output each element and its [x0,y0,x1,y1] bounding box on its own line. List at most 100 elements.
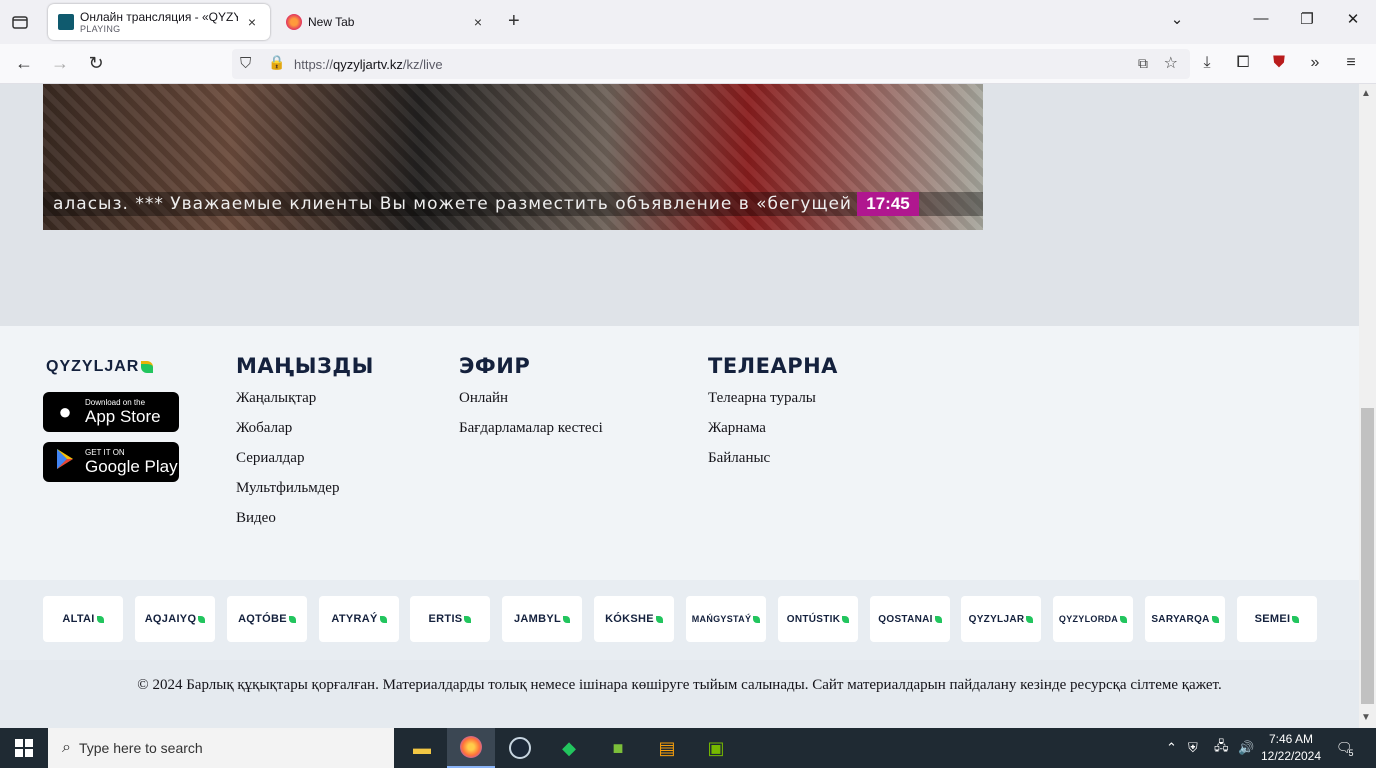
region-semei[interactable]: SEMEI [1237,596,1317,642]
footer-link-projects[interactable]: Жобалар [236,418,374,448]
region-jambyl[interactable]: JAMBYL [502,596,582,642]
footer-link-schedule[interactable]: Бағдарламалар кестесі [459,418,603,448]
list-all-tabs-button[interactable] [10,12,30,32]
copyright-notice: © 2024 Барлық құқықтары қорғалған. Матер… [0,660,1359,728]
page-scrollbar[interactable]: ▲ ▼ [1359,84,1376,728]
qyzyljar-logo[interactable]: QYZYLJAR [46,358,154,376]
url-text[interactable]: https://qyzyljartv.kz/kz/live [294,57,443,72]
region-ertis[interactable]: ERTIS [410,596,490,642]
region-aqtobe[interactable]: AQTÓBE [227,596,307,642]
leaf-icon [842,615,850,623]
tab-new-tab[interactable]: New Tab × [276,4,496,40]
region-qyzylorda[interactable]: QYZYLORDA [1053,596,1133,642]
extensions-icon[interactable]: ⧠ [1232,54,1254,72]
lock-icon[interactable]: 🔒 [268,54,285,71]
notification-count: 5 [1348,748,1354,758]
close-tab-icon[interactable]: × [244,14,260,30]
leaf-icon [753,615,761,623]
region-altai[interactable]: ALTAI [43,596,123,642]
region-saryarqa[interactable]: SARYARQA [1145,596,1225,642]
bookmark-star-icon[interactable]: ☆ [1164,53,1178,73]
browser-tab-strip: Онлайн трансляция - «QYZYL PLAYING × New… [0,0,1376,44]
leaf-icon [198,615,206,623]
steam-icon[interactable] [496,728,544,768]
google-play-button[interactable]: GET IT ON Google Play [43,442,179,482]
url-host: qyzyljartv.kz [333,56,403,72]
back-icon[interactable]: ← [12,53,36,74]
regional-channels: ALTAI AQJAIYQ AQTÓBE ATYRAÝ ERTIS JAMBYL… [0,580,1359,660]
search-icon: ⌕ [62,739,71,756]
footer-link-advertising[interactable]: Жарнама [708,418,838,448]
footer-link-cartoons[interactable]: Мультфильмдер [236,478,374,508]
footer-link-series[interactable]: Сериалдар [236,448,374,478]
region-mangystau[interactable]: MAŃGYSTAÝ [686,596,766,642]
volume-icon[interactable]: 🔊 [1238,728,1254,768]
live-video-player[interactable]: аласыз. *** Уважаемые клиенты Вы можете … [43,84,983,230]
tab-qyzyljar-live[interactable]: Онлайн трансляция - «QYZYL PLAYING × [48,4,270,40]
tab-title: Онлайн трансляция - «QYZYL [80,10,238,24]
security-icon[interactable]: ⛨ [1188,728,1198,768]
navigation-toolbar: ← → ↻ ⛉ 🔒 https://qyzyljartv.kz/kz/live … [0,44,1376,84]
leaf-icon [1026,615,1034,623]
start-button[interactable] [0,728,48,768]
region-label: JAMBYL [513,613,562,625]
restore-icon[interactable]: ❐ [1292,10,1322,28]
app-icon-green[interactable]: ◆ [545,728,593,768]
region-label: QYZYLORDA [1058,614,1119,624]
menu-icon[interactable]: ≡ [1340,54,1362,72]
firefox-taskbar-icon[interactable] [447,728,495,768]
region-label: AQTÓBE [238,613,287,625]
web-page: аласыз. *** Уважаемые клиенты Вы можете … [0,84,1359,728]
column-heading: ЭФИР [459,354,531,378]
windows-icon [15,739,33,757]
news-ticker: аласыз. *** Уважаемые клиенты Вы можете … [43,192,983,216]
shield-icon[interactable]: ⛉ [240,55,251,72]
region-qostanai[interactable]: QOSTANAI [870,596,950,642]
close-window-icon[interactable]: ✕ [1338,10,1368,28]
leaf-icon [655,615,663,623]
region-aqjaiyq[interactable]: AQJAIYQ [135,596,215,642]
downloads-icon[interactable]: ⤓ [1196,54,1218,72]
scrollbar-thumb[interactable] [1361,408,1374,704]
footer-link-contacts[interactable]: Байланыс [708,448,838,478]
region-atyrau[interactable]: ATYRAÝ [319,596,399,642]
forward-icon[interactable]: → [48,53,72,74]
scroll-up-icon[interactable]: ▲ [1361,88,1371,99]
region-ontustik[interactable]: ONTÚSTIK [778,596,858,642]
more-tools-icon[interactable]: » [1304,54,1326,72]
footer-column-broadcast: ЭФИР Онлайн Бағдарламалар кестесі [459,354,603,448]
footer-link-news[interactable]: Жаңалықтар [236,388,374,418]
show-hidden-icons-icon[interactable]: ⌃ [1166,728,1177,768]
picture-in-picture-icon[interactable]: ⧉ [1138,55,1148,72]
url-bar[interactable]: ⛉ 🔒 https://qyzyljartv.kz/kz/live ⧉ ☆ [232,49,1190,79]
close-tab-icon[interactable]: × [470,14,486,30]
region-label: MAŃGYSTAÝ [691,614,752,624]
leaf-icon [288,615,296,623]
app-icon-orange[interactable]: ▤ [643,728,691,768]
region-label: ONTÚSTIK [786,613,841,625]
search-placeholder: Type here to search [78,740,203,756]
app-store-button[interactable]: ● Download on the App Store [43,392,179,432]
network-icon[interactable]: 🖧 [1214,728,1229,768]
file-explorer-icon[interactable]: ▬ [398,728,446,768]
minecraft-icon[interactable]: ■ [594,728,642,768]
tab-title: New Tab [308,15,355,29]
nvidia-icon[interactable]: ▣ [692,728,740,768]
new-tab-button[interactable]: + [508,10,520,33]
minimize-icon[interactable]: — [1246,10,1276,27]
scroll-down-icon[interactable]: ▼ [1361,712,1371,723]
reload-icon[interactable]: ↻ [84,53,108,74]
footer-link-about[interactable]: Телеарна туралы [708,388,838,418]
region-qyzyljar[interactable]: QYZYLJAR [961,596,1041,642]
footer-link-online[interactable]: Онлайн [459,388,603,418]
region-kokshe[interactable]: KÓKSHE [594,596,674,642]
region-label: ERTIS [428,613,463,625]
chevron-down-icon[interactable]: ⌄ [1162,10,1192,28]
notification-center-icon[interactable]: 🗨 5 [1336,728,1354,768]
region-label: SARYARQA [1151,613,1210,625]
taskbar-search-box[interactable]: ⌕ Type here to search [48,728,394,768]
system-clock[interactable]: 7:46 AM 12/22/2024 [1258,731,1324,765]
region-label: AQJAIYQ [144,613,197,625]
ublock-icon[interactable]: ⛊ [1268,54,1290,72]
footer-link-video[interactable]: Видео [236,508,374,538]
